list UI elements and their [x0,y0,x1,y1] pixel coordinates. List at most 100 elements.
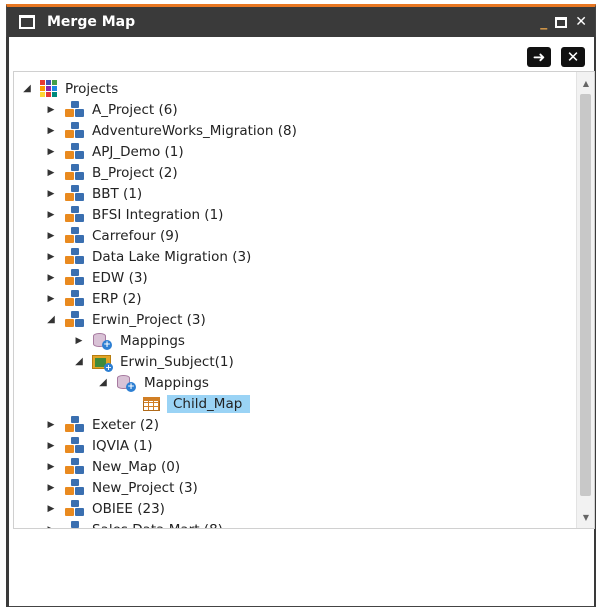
project-icon [64,436,84,455]
project-icon [64,310,84,329]
expand-icon[interactable]: ▶ [44,504,58,514]
expand-icon[interactable]: ▶ [44,126,58,136]
tree-node-subject[interactable]: ◢ + Erwin_Subject(1) [72,351,237,372]
tree-node-label: APJ_Demo (1) [92,143,184,160]
tree-node-label: Mappings [120,332,185,349]
merge-map-dialog: Merge Map _ ✕ ➜ ✕ ◢ Projects ▶ A_Project… [6,4,596,607]
title-bar[interactable]: Merge Map _ ✕ [7,7,595,37]
tree-node-label: ERP (2) [92,290,142,307]
tree-node-child-map[interactable]: Child_Map [142,393,251,414]
tree-node-project[interactable]: ▶ IQVIA (1) [44,435,155,456]
tree-node-project[interactable]: ▶ AdventureWorks_Migration (8) [44,120,300,141]
project-icon [64,100,84,119]
project-icon [64,289,84,308]
expand-icon[interactable]: ▶ [44,147,58,157]
subject-area-icon: + [92,353,113,372]
tree-node-project[interactable]: ▶ New_Map (0) [44,456,183,477]
project-icon [64,457,84,476]
expand-icon[interactable]: ▶ [72,336,86,346]
expand-icon[interactable]: ▶ [44,210,58,220]
tree-node-label: BBT (1) [92,185,143,202]
tree-node-label: Sales Data Mart (8) [89,521,226,529]
tree-node-label: Data Lake Migration (3) [92,248,252,265]
tree-node-label: IQVIA (1) [92,437,153,454]
scroll-down-icon[interactable]: ▼ [577,510,594,526]
expand-icon[interactable]: ▶ [44,420,58,430]
mappings-icon: + [116,374,136,392]
expand-icon[interactable]: ▶ [44,441,58,451]
expand-icon[interactable]: ▶ [44,231,58,241]
tree-node-project[interactable]: ▶ Data Lake Migration (3) [44,246,254,267]
expand-icon[interactable]: ▶ [44,168,58,178]
project-icon [64,247,84,266]
tree-node-project[interactable]: ▶ New_Project (3) [44,477,201,498]
tree-node-label: OBIEE (23) [92,500,165,517]
expand-icon[interactable]: ▶ [44,462,58,472]
tree-node-label: Mappings [144,374,209,391]
expand-icon[interactable]: ▶ [44,105,58,115]
collapse-icon[interactable]: ◢ [96,377,110,388]
window-controls: _ ✕ [540,15,587,29]
tree-node-project[interactable]: ▶ Carrefour (9) [44,225,182,246]
mappings-icon: + [92,332,112,350]
tree-node-project[interactable]: ▶ ERP (2) [44,288,144,309]
collapse-icon[interactable]: ◢ [44,314,58,325]
expand-icon[interactable]: ▶ [44,294,58,304]
toolbar: ➜ ✕ [527,47,585,67]
expand-icon[interactable]: ▶ [44,483,58,493]
tree-node-project[interactable]: ▶ BFSI Integration (1) [44,204,226,225]
tree-node-label: Erwin_Project (3) [92,311,206,328]
tree-node-project[interactable]: ▶ Exeter (2) [44,414,162,435]
tree-node-project[interactable]: ◢ Erwin_Project (3) [44,309,209,330]
project-icon [64,121,84,140]
project-tree-panel: ◢ Projects ▶ A_Project (6) ▶ AdventureWo… [13,71,595,529]
scrollbar-thumb[interactable] [580,94,591,496]
tree-node-label: Exeter (2) [92,416,159,433]
tree-node-projects[interactable]: ◢ Projects [20,78,121,99]
project-icon [64,184,84,203]
tree-node-label: New_Project (3) [92,479,198,496]
tree-node-label: AdventureWorks_Migration (8) [92,122,297,139]
projects-grid-icon [40,80,57,97]
project-tree: ◢ Projects ▶ A_Project (6) ▶ AdventureWo… [14,72,574,529]
tree-node-label: New_Map (0) [92,458,181,475]
tree-node-mappings[interactable]: ◢ + Mappings [96,372,212,393]
tree-node-label: Erwin_Subject(1) [120,353,234,370]
tree-node-label: A_Project (6) [92,101,178,118]
maximize-button[interactable] [555,16,568,28]
project-icon [64,499,84,518]
close-button[interactable]: ✕ [561,47,585,67]
next-arrow-button[interactable]: ➜ [527,47,551,67]
collapse-icon[interactable]: ◢ [20,83,34,94]
expand-icon[interactable]: ▶ [44,189,58,199]
project-icon [64,520,84,529]
project-icon [64,205,84,224]
minimize-button[interactable]: _ [540,15,547,29]
tree-node-label: Projects [65,80,119,97]
tree-node-label: B_Project (2) [92,164,178,181]
project-icon [64,142,84,161]
tree-node-label: BFSI Integration (1) [92,206,224,223]
expand-icon[interactable]: ▶ [44,252,58,262]
expand-icon[interactable]: ▶ [44,525,58,529]
window-icon [19,15,35,29]
left-border [6,37,9,607]
scroll-up-icon[interactable]: ▲ [577,76,594,92]
tree-node-project[interactable]: ▶ A_Project (6) [44,99,181,120]
collapse-icon[interactable]: ◢ [72,356,86,367]
project-icon [64,226,84,245]
tree-node-project[interactable]: ▶ OBIEE (23) [44,498,168,519]
vertical-scrollbar[interactable]: ▲ ▼ [576,72,594,528]
tree-node-project[interactable]: ▶ Sales Data Mart (8) [44,519,226,529]
tree-node-label: Carrefour (9) [92,227,180,244]
tree-node-project[interactable]: ▶ B_Project (2) [44,162,181,183]
tree-node-mappings[interactable]: ▶ + Mappings [72,330,188,351]
tree-node-project[interactable]: ▶ EDW (3) [44,267,151,288]
expand-icon[interactable]: ▶ [44,273,58,283]
project-icon [64,268,84,287]
tree-node-project[interactable]: ▶ APJ_Demo (1) [44,141,187,162]
window-title: Merge Map [47,14,136,30]
close-window-button[interactable]: ✕ [575,15,587,29]
project-icon [64,163,84,182]
tree-node-project[interactable]: ▶ BBT (1) [44,183,145,204]
